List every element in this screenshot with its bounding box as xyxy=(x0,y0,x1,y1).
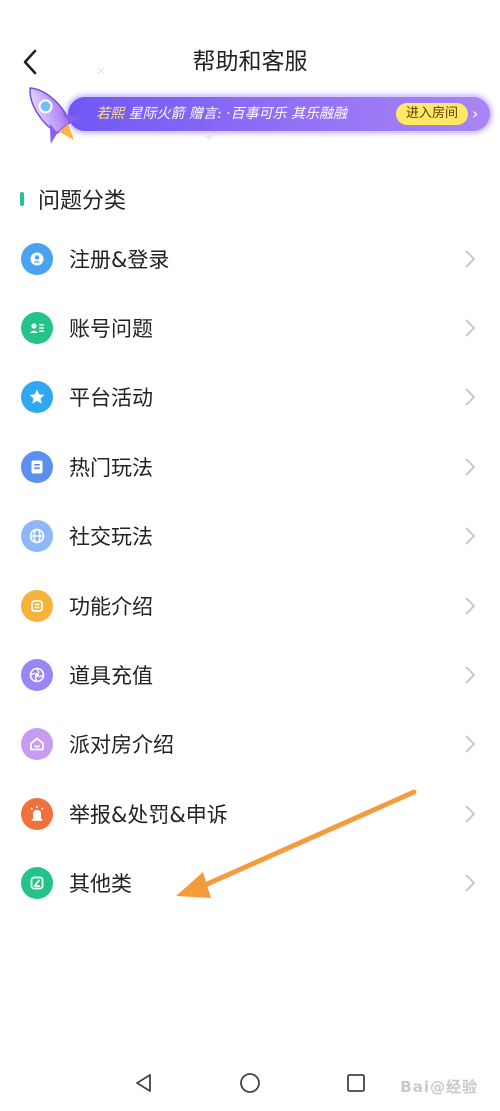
category-label: 社交玩法 xyxy=(69,525,153,550)
watermark: Bai@经验 xyxy=(400,1078,478,1096)
function-icon xyxy=(21,589,53,622)
banner-message: 若熙 星际火箭 赠言: ·百事可乐 其乐融融 xyxy=(96,104,347,124)
category-label: 举报&处罚&申诉 xyxy=(69,802,228,827)
circle-home-icon xyxy=(240,1073,260,1093)
category-item-report-appeal[interactable]: 举报&处罚&申诉 xyxy=(0,779,500,848)
sparkle-icon: ✕ xyxy=(96,64,107,78)
chevron-right-icon xyxy=(465,597,476,615)
section-title: 问题分类 xyxy=(38,189,127,214)
section-header: 问题分类 xyxy=(20,184,126,214)
category-label: 其他类 xyxy=(69,872,132,897)
category-label: 道具充值 xyxy=(69,664,153,689)
chevron-right-icon xyxy=(465,805,476,823)
chevron-right-icon xyxy=(465,388,476,407)
chevron-right-icon xyxy=(465,458,476,476)
triangle-back-icon xyxy=(136,1074,151,1092)
category-label: 功能介绍 xyxy=(69,594,153,619)
category-item-register-login[interactable]: 注册&登录 xyxy=(0,224,500,293)
category-item-party-room[interactable]: 派对房介绍 xyxy=(0,710,500,779)
category-label: 派对房介绍 xyxy=(69,733,174,758)
id-card-icon xyxy=(21,312,53,345)
banner-sender-name: 若熙 xyxy=(96,106,124,122)
category-item-item-recharge[interactable]: 道具充值 xyxy=(0,640,500,709)
category-label: 热门玩法 xyxy=(69,455,153,480)
category-item-feature-intro[interactable]: 功能介绍 xyxy=(0,571,500,640)
edit-icon xyxy=(21,867,53,900)
category-item-account[interactable]: 账号问题 xyxy=(0,293,500,362)
aperture-icon xyxy=(21,659,53,692)
chevron-right-icon xyxy=(465,735,476,754)
user-circle-icon xyxy=(21,242,53,275)
chevron-right-icon xyxy=(465,319,476,337)
category-item-others[interactable]: 其他类 xyxy=(0,849,500,918)
section-accent-bar xyxy=(20,192,24,206)
category-label: 账号问题 xyxy=(69,317,153,342)
nav-recents-button[interactable] xyxy=(336,1063,376,1103)
alarm-icon xyxy=(21,797,53,830)
chevron-right-icon: › xyxy=(472,104,479,123)
chevron-right-icon xyxy=(465,666,476,684)
system-nav-bar: Bai@经验 xyxy=(0,1055,500,1111)
category-label: 平台活动 xyxy=(69,386,153,411)
category-item-popular-gameplay[interactable]: 热门玩法 xyxy=(0,432,500,501)
chevron-right-icon xyxy=(465,527,476,545)
banner-message-text: 星际火箭 赠言: ·百事可乐 其乐融融 xyxy=(124,106,347,122)
category-item-platform-events[interactable]: 平台活动 xyxy=(0,363,500,432)
house-icon xyxy=(21,728,53,761)
nav-home-button[interactable] xyxy=(230,1063,270,1103)
category-item-social-gameplay[interactable]: 社交玩法 xyxy=(0,502,500,571)
rocket-gift-banner[interactable]: ✕ ✦ 若熙 星际火箭 赠言: ·百事可乐 其乐融融 进入房间 › xyxy=(4,64,496,152)
sparkle-icon: ✦ xyxy=(204,130,215,144)
star-icon xyxy=(21,381,53,414)
page-title: 帮助和客服 xyxy=(192,49,308,75)
category-label: 注册&登录 xyxy=(69,247,170,272)
enter-room-button[interactable]: 进入房间 xyxy=(396,103,468,125)
chevron-right-icon xyxy=(465,250,476,268)
nav-back-button[interactable] xyxy=(124,1063,164,1103)
category-list: 注册&登录 账号问题 平台活动 热门玩法 社交玩法 功能介绍 道具充值 派对房介… xyxy=(0,224,500,918)
rocket-icon xyxy=(29,87,82,144)
square-recents-icon xyxy=(347,1074,365,1092)
chevron-right-icon xyxy=(465,874,476,892)
globe-icon xyxy=(21,520,53,553)
document-icon xyxy=(21,450,53,483)
